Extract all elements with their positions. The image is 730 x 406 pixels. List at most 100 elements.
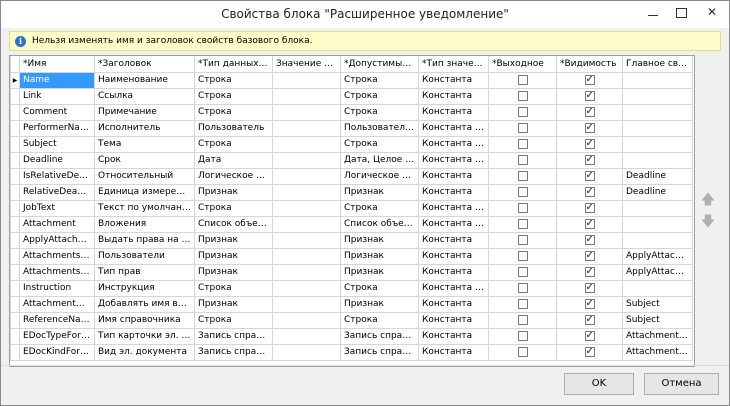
cell-name[interactable]: RelativeDeadline... [19,183,95,201]
cell-dtype[interactable]: Пользователь [194,119,273,137]
table-row[interactable]: ▶ Name Наименование Строка Строка Константа [10,71,693,89]
row-selector[interactable] [10,87,20,105]
output-checkbox[interactable] [517,234,528,245]
cell-title[interactable]: Срок [94,151,195,169]
cell-name[interactable]: IsRelativeDeadline [19,167,95,185]
cell-vtype[interactable]: Константа [418,311,489,329]
table-row[interactable]: ApplyAttachme...Выдать права на вло...Пр… [10,231,693,249]
visible-checkbox[interactable] [584,106,595,118]
cell-allowed[interactable]: Признак [340,231,419,249]
cell-dtype[interactable]: Дата [194,151,273,169]
cell-vtype[interactable]: Константа [418,103,489,121]
cell-default[interactable] [272,167,341,185]
visible-checkbox[interactable] [584,90,595,102]
output-checkbox[interactable] [517,90,528,101]
visible-checkbox[interactable] [584,266,595,278]
row-selector[interactable] [10,135,20,153]
table-row[interactable]: Instruction Инструкция Строка Строка Констан… [10,279,693,297]
cell-allowed[interactable]: Запись справоч... [340,343,419,361]
cell-dtype[interactable]: Строка [194,279,273,297]
cancel-button[interactable]: Отмена [644,373,719,395]
row-selector[interactable] [10,151,20,169]
cell-main[interactable] [622,199,693,217]
output-checkbox[interactable] [517,298,528,309]
cell-dtype[interactable]: Строка [194,71,273,89]
table-row[interactable]: Link Ссылка Строка Строка Константа [10,87,693,105]
cell-vtype[interactable]: Константа [418,263,489,281]
table-row[interactable]: ReferenceName...Имя справочникаСтрокаСтр… [10,311,693,329]
cell-dtype[interactable]: Строка [194,87,273,105]
cell-name[interactable]: Name [19,71,95,89]
cell-vtype[interactable]: Константа или... [418,279,489,297]
cell-allowed[interactable]: Строка [340,87,419,105]
cell-vtype[interactable]: Константа [418,343,489,361]
cell-name[interactable]: Deadline [19,151,95,169]
cell-allowed[interactable]: Признак [340,263,419,281]
cell-vtype[interactable]: Константа или... [418,119,489,137]
cell-default[interactable] [272,71,341,89]
column-header[interactable]: *Тип данных по ... [194,56,273,73]
row-selector[interactable] [10,167,20,185]
output-checkbox[interactable] [517,138,528,149]
cell-vtype[interactable]: Константа [418,167,489,185]
cell-dtype[interactable]: Строка [194,199,273,217]
cell-vtype[interactable]: Константа [418,247,489,265]
cell-dtype[interactable]: Запись справоч... [194,343,273,361]
cell-allowed[interactable]: Логическое зна... [340,167,419,185]
table-row[interactable]: AttachmentNa...Добавлять имя влож...Приз… [10,295,693,313]
table-row[interactable]: Attachment Вложения Список объектов Список … [10,215,693,233]
row-selector[interactable] [10,199,20,217]
output-checkbox[interactable] [517,314,528,325]
row-selector[interactable] [10,311,20,329]
cell-allowed[interactable]: Признак [340,183,419,201]
table-row[interactable]: PerformerName Исполнитель Пользователь Поль… [10,119,693,137]
table-row[interactable]: Comment Примечание Строка Строка Константа [10,103,693,121]
visible-checkbox[interactable] [584,282,595,294]
cell-dtype[interactable]: Строка [194,311,273,329]
visible-checkbox[interactable] [584,250,595,262]
cell-default[interactable] [272,183,341,201]
cell-title[interactable]: Вид эл. документа [94,343,195,361]
cell-name[interactable]: Comment [19,103,95,121]
visible-checkbox[interactable] [584,170,595,182]
column-header[interactable]: *Допустимые ти... [340,56,419,73]
cell-default[interactable] [272,151,341,169]
cell-default[interactable] [272,87,341,105]
cell-allowed[interactable]: Пользователь, Г... [340,119,419,137]
cell-vtype[interactable]: Константа или... [418,215,489,233]
cell-name[interactable]: Attachment [19,215,95,233]
cell-title[interactable]: Относительный [94,167,195,185]
table-row[interactable]: EDocTypeForAtt...Тип карточки эл. док...… [10,327,693,345]
cell-name[interactable]: AttachmentsRig... [19,247,95,265]
table-row[interactable]: AttachmentsRig...ПользователиПризнакПриз… [10,247,693,265]
cell-allowed[interactable]: Строка [340,199,419,217]
cell-name[interactable]: Subject [19,135,95,153]
cell-default[interactable] [272,103,341,121]
cell-name[interactable]: ReferenceName... [19,311,95,329]
cell-main[interactable] [622,71,693,89]
cell-name[interactable]: EDocKindForAtt... [19,343,95,361]
table-row[interactable]: AttachmentsRig...Тип правПризнакПризнакК… [10,263,693,281]
row-selector[interactable] [10,119,20,137]
cell-main[interactable] [622,119,693,137]
cell-main[interactable]: AttachmentNa... [622,327,693,345]
visible-checkbox[interactable] [584,314,595,326]
cell-vtype[interactable]: Константа [418,71,489,89]
cell-vtype[interactable]: Константа или... [418,135,489,153]
row-selector[interactable]: ▶ [10,71,20,89]
cell-allowed[interactable]: Строка [340,311,419,329]
cell-dtype[interactable]: Признак [194,247,273,265]
row-selector[interactable] [10,247,20,265]
cell-default[interactable] [272,215,341,233]
close-button[interactable]: ✕ [695,1,729,23]
cell-default[interactable] [272,343,341,361]
row-selector[interactable] [10,295,20,313]
visible-checkbox[interactable] [584,298,595,310]
cell-title[interactable]: Добавлять имя влож... [94,295,195,313]
arrow-down-icon[interactable]: 🡇 [699,213,717,231]
cell-allowed[interactable]: Дата, Целое чис... [340,151,419,169]
column-header[interactable]: Значение по ... [272,56,341,73]
output-checkbox[interactable] [517,250,528,261]
cell-title[interactable]: Примечание [94,103,195,121]
cell-default[interactable] [272,119,341,137]
